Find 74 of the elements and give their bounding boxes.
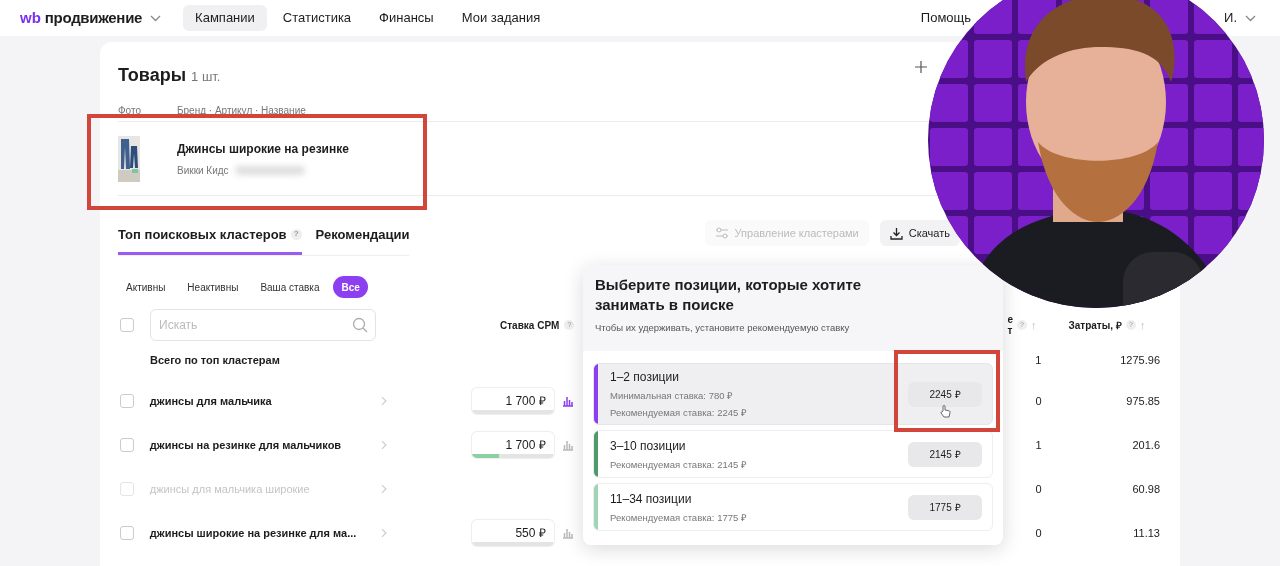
price-button[interactable]: 1775 ₽ (908, 494, 982, 520)
section-tab[interactable]: Топ поисковых кластеров ? (118, 224, 302, 255)
filter-chip[interactable]: Активны (118, 276, 174, 298)
help-link[interactable]: Помощь (920, 8, 972, 28)
nav-tab[interactable]: Статистика (270, 5, 364, 31)
filter-chip[interactable]: Все (333, 276, 368, 298)
column-header: Фото (118, 104, 142, 118)
filter-chip[interactable]: Ваша ставка (252, 276, 328, 298)
nav-tab[interactable]: Финансы (367, 5, 446, 31)
price-button[interactable]: 2145 ₽ (908, 441, 982, 467)
user-name[interactable]: И. (1224, 8, 1237, 28)
position-option[interactable]: 3–10 позиции Рекомендуемая ставка: 2145 ₽ 2145 ₽ (593, 430, 993, 479)
redaction-blur (234, 165, 305, 175)
table-cell-text: 0 (1034, 393, 1042, 409)
item-count: 1 шт. (191, 68, 221, 86)
chevron-right-icon[interactable] (380, 484, 387, 494)
table-cell-text: 1275.96 (1119, 352, 1160, 368)
table-cell-text: 1 (1034, 437, 1042, 453)
position-option[interactable]: 11–34 позиции Рекомендуемая ставка: 1775 ₽ 1775 ₽ (593, 483, 993, 532)
column-header: Ставка CPM (500, 318, 560, 333)
option-detail: Рекомендуемая ставка: 1775 ₽ (610, 510, 748, 525)
bar-chart-icon[interactable] (561, 395, 574, 407)
bid-field[interactable]: 1 700 ₽ (471, 388, 554, 414)
bid-field[interactable]: 550 ₽ (471, 520, 554, 546)
filter-chip[interactable]: Неактивны (179, 276, 247, 298)
table-cell-text: 11.13 (1132, 525, 1160, 541)
chevron-right-icon[interactable] (380, 396, 387, 406)
option-title: 3–10 позиции (610, 437, 687, 455)
nav-tab[interactable]: Кампании (183, 5, 267, 31)
nav-tab[interactable]: Мои задания (449, 5, 553, 31)
column-header: т (1007, 325, 1013, 336)
chevron-right-icon[interactable] (380, 528, 387, 538)
toolbar-button[interactable]: Скачать (879, 220, 960, 246)
download-icon (889, 226, 903, 240)
checkbox[interactable] (120, 394, 134, 408)
sliders-icon (714, 227, 729, 239)
price-button[interactable]: 2245 ₽ (908, 381, 982, 407)
section-tab[interactable]: Рекомендации (315, 224, 410, 255)
table-cell-text: 975.85 (1125, 393, 1160, 409)
cluster-name[interactable]: джинсы широкие на резинке для ма... (149, 524, 375, 542)
popover-title: Выберите позиции, которые хотите занимать в поиске (595, 275, 863, 315)
table-cell-text: 60.98 (1131, 481, 1160, 497)
option-detail: Рекомендуемая ставка: 2245 ₽ (610, 406, 748, 421)
checkbox[interactable] (120, 526, 134, 540)
logo-text[interactable]: продвижение (44, 6, 143, 30)
total-label: Всего по топ кластерам (150, 352, 281, 368)
product-name[interactable]: Джинсы широкие на резинке (177, 139, 349, 158)
popover-subtitle: Чтобы их удерживать, установите рекомендуемую ставку (595, 321, 851, 335)
table-cell-text: 0 (1034, 525, 1042, 541)
checkbox[interactable] (120, 438, 134, 452)
section-title: Товары (118, 64, 187, 87)
bid-field[interactable]: 1 700 ₽ (471, 432, 554, 458)
checkbox[interactable] (120, 318, 134, 332)
chevron-right-icon[interactable] (380, 440, 387, 450)
option-detail: Минимальная ставка: 780 ₽ (610, 389, 735, 403)
search-icon (352, 317, 368, 333)
option-title: 11–34 позиции (610, 490, 693, 508)
brand-name: Викки Кидс (177, 163, 229, 178)
table-cell-text: 201.6 (1131, 437, 1160, 453)
column-header: е (1007, 314, 1013, 325)
table-cell-text: 1 (1034, 352, 1042, 368)
cursor-icon (940, 405, 951, 418)
option-title: 1–2 позиции (610, 369, 680, 386)
plus-icon[interactable] (914, 60, 928, 74)
search-field[interactable]: Искать (150, 309, 376, 341)
table-cell-text: 0 (1034, 481, 1042, 497)
chevron-down-icon[interactable] (150, 14, 162, 22)
logo-mark[interactable]: wb (20, 6, 41, 30)
chevron-down-icon[interactable] (1245, 14, 1256, 22)
option-detail: Рекомендуемая ставка: 2145 ₽ (610, 457, 748, 472)
position-option[interactable]: 1–2 позиции Минимальная ставка: 780 ₽ Рекомендуемая ставка: 2245 ₽ 2245 ₽ (593, 363, 993, 426)
column-header: Затраты, ₽ (1068, 318, 1122, 333)
cluster-name[interactable]: джинсы на резинке для мальчиков (149, 436, 375, 454)
cluster-name[interactable]: джинсы для мальчика (149, 392, 375, 410)
